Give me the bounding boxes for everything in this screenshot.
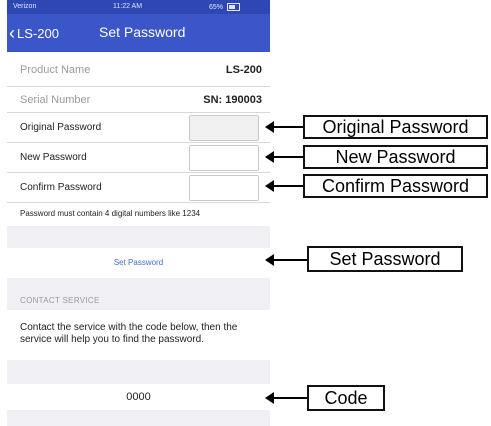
battery-status: 65% [209, 3, 240, 11]
callout-set-password: Set Password [307, 246, 463, 272]
product-name-value: LS-200 [225, 64, 262, 76]
arrow-set [265, 254, 307, 266]
confirm-password-field[interactable] [189, 175, 259, 201]
status-time: 11:22 AM [113, 3, 143, 10]
carrier-label: Verizon [13, 3, 37, 10]
original-password-field[interactable] [189, 115, 259, 141]
contact-instructions: Contact the service with the code below,… [20, 322, 238, 345]
serial-number-value: SN: 190003 [203, 94, 262, 106]
callout-code: Code [307, 385, 385, 411]
new-password-field[interactable] [189, 145, 259, 171]
service-code: 0000 [126, 391, 151, 403]
arrow-new [265, 151, 303, 163]
back-button-label: LS-200 [17, 25, 59, 41]
phone-screen: Verizon 11:22 AM 65% ‹ LS-200 Set Passwo… [7, 0, 270, 426]
callout-new-password: New Password [303, 145, 488, 169]
confirm-password-label: Confirm Password [20, 182, 102, 193]
spacer-bar [7, 360, 270, 384]
spacer-bar [7, 410, 270, 426]
product-name-row: Product Name LS-200 [7, 52, 270, 86]
set-password-button[interactable]: Set Password [7, 258, 270, 267]
product-name-label: Product Name [20, 64, 91, 76]
arrow-code [265, 392, 307, 404]
arrow-confirm [265, 180, 303, 192]
navigation-bar: ‹ LS-200 Set Password [7, 14, 270, 52]
chevron-left-icon: ‹ [9, 23, 15, 43]
status-bar: Verizon 11:22 AM 65% [7, 0, 270, 14]
battery-icon [226, 3, 240, 11]
new-password-label: New Password [20, 152, 87, 163]
serial-number-row: Serial Number SN: 190003 [7, 87, 270, 112]
page-title: Set Password [99, 24, 186, 40]
divider [7, 202, 270, 203]
back-button[interactable]: ‹ LS-200 [9, 23, 59, 43]
contact-section-title: CONTACT SERVICE [20, 296, 100, 305]
original-password-label: Original Password [20, 122, 102, 133]
serial-number-label: Serial Number [20, 94, 91, 106]
password-hint: Password must contain 4 digital numbers … [20, 209, 201, 218]
callout-confirm-password: Confirm Password [303, 174, 488, 198]
spacer-bar [7, 226, 270, 248]
contact-section-header: CONTACT SERVICE [7, 278, 270, 310]
battery-percent: 65% [209, 3, 224, 11]
arrow-original [265, 121, 303, 133]
callout-original-password: Original Password [303, 115, 488, 139]
